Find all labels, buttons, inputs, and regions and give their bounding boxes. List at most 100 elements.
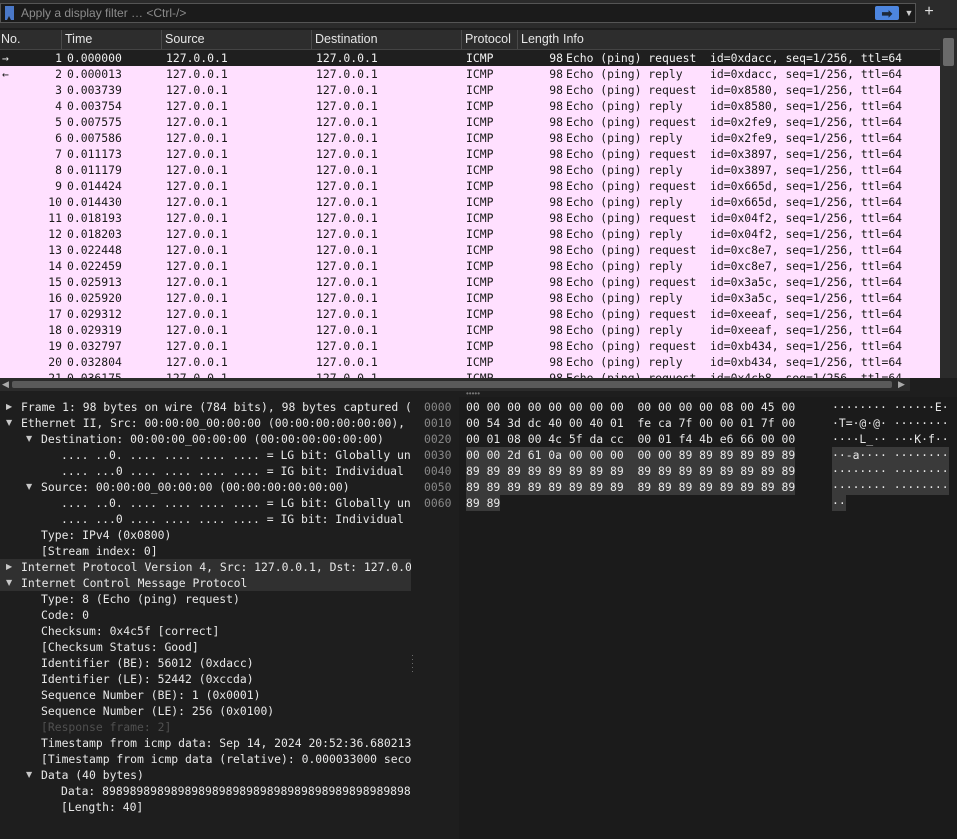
hex-bytes[interactable]: 00 00 00 00 00 00 00 00 00 00 00 00 08 0… bbox=[466, 399, 795, 415]
packet-details-tree: ▶ Frame 1: 98 bytes on wire (784 bits), 9… bbox=[0, 397, 411, 839]
packet-list-vertical-scrollbar[interactable] bbox=[940, 30, 957, 378]
detail-tree-item[interactable]: .... ...0 .... .... .... .... = IG bit: … bbox=[0, 463, 411, 479]
detail-tree-item[interactable]: Type: IPv4 (0x0800) bbox=[0, 527, 411, 543]
ascii-bytes[interactable]: ·· bbox=[832, 495, 846, 511]
plus-icon[interactable]: + bbox=[922, 4, 936, 20]
detail-tree-item[interactable]: [Response frame: 2] bbox=[0, 719, 411, 735]
packet-row[interactable]: 6 0.007586 127.0.0.1 127.0.0.1 ICMP 98 Echo (p… bbox=[0, 130, 940, 146]
packet-row[interactable]: 13 0.022448 127.0.0.1 127.0.0.1 ICMP 98 Echo (… bbox=[0, 242, 940, 258]
detail-tree-item[interactable]: [Length: 40] bbox=[0, 799, 411, 815]
detail-tree-item[interactable]: Timestamp from icmp data: Sep 14, 2024 2… bbox=[0, 735, 411, 751]
packet-row[interactable]: 18 0.029319 127.0.0.1 127.0.0.1 ICMP 98 Echo (… bbox=[0, 322, 940, 338]
ascii-bytes[interactable]: ····L_·· ···K·f·· bbox=[832, 431, 949, 447]
ascii-bytes[interactable]: ········ ······E· bbox=[832, 399, 949, 415]
hex-bytes[interactable]: 00 01 08 00 4c 5f da cc 00 01 f4 4b e6 6… bbox=[466, 431, 795, 447]
packet-protocol: ICMP bbox=[466, 51, 494, 65]
packet-row[interactable]: ← 2 0.000013 127.0.0.1 127.0.0.1 ICMP 98 Echo (… bbox=[0, 66, 940, 82]
detail-tree-item[interactable]: Checksum: 0x4c5f [correct] bbox=[0, 623, 411, 639]
ascii-bytes[interactable]: ·T=·@·@· ········ bbox=[832, 415, 949, 431]
hex-bytes[interactable]: 89 89 bbox=[466, 495, 501, 511]
scroll-right-icon[interactable]: ▶ bbox=[898, 378, 905, 391]
detail-tree-item[interactable]: Identifier (BE): 56012 (0xdacc) bbox=[0, 655, 411, 671]
packet-row[interactable]: 19 0.032797 127.0.0.1 127.0.0.1 ICMP 98 Echo (… bbox=[0, 338, 940, 354]
detail-tree-item[interactable]: .... ..0. .... .... .... .... = LG bit: … bbox=[0, 447, 411, 463]
chevron-down-icon[interactable]: ▼ bbox=[903, 6, 915, 20]
hex-bytes[interactable]: 00 00 2d 61 0a 00 00 00 00 00 89 89 89 8… bbox=[466, 447, 796, 463]
detail-tree-label: .... ...0 .... .... .... .... = IG bit: … bbox=[61, 464, 411, 478]
display-filter-input[interactable] bbox=[21, 4, 861, 22]
detail-tree-item[interactable]: [Stream index: 0] bbox=[0, 543, 411, 559]
packet-length: 98 bbox=[549, 323, 563, 337]
packet-row[interactable]: 16 0.025920 127.0.0.1 127.0.0.1 ICMP 98 Echo (… bbox=[0, 290, 940, 306]
packet-row[interactable]: 8 0.011179 127.0.0.1 127.0.0.1 ICMP 98 Echo (p… bbox=[0, 162, 940, 178]
detail-tree-label: Timestamp from icmp data: Sep 14, 2024 2… bbox=[41, 736, 411, 750]
detail-tree-item[interactable]: [Timestamp from icmp data (relative): 0.… bbox=[0, 751, 411, 767]
detail-tree-label: Data: 8989898989898989898989898989898989… bbox=[61, 784, 411, 798]
detail-tree-item[interactable]: ▼ Source: 00:00:00_00:00:00 (00:00:00:00:… bbox=[0, 479, 411, 495]
detail-tree-item[interactable]: ▶ Internet Protocol Version 4, Src: 127.0… bbox=[0, 559, 411, 575]
detail-tree-item[interactable]: ▼ Destination: 00:00:00_00:00:00 (00:00:0… bbox=[0, 431, 411, 447]
packet-time: 0.022448 bbox=[67, 243, 122, 257]
column-header-length[interactable]: Length bbox=[518, 30, 560, 49]
expand-arrow-icon[interactable]: ▼ bbox=[26, 431, 36, 447]
packet-row[interactable]: 11 0.018193 127.0.0.1 127.0.0.1 ICMP 98 Echo (… bbox=[0, 210, 940, 226]
packet-row[interactable]: 7 0.011173 127.0.0.1 127.0.0.1 ICMP 98 Echo (p… bbox=[0, 146, 940, 162]
expand-arrow-icon[interactable]: ▼ bbox=[6, 415, 16, 431]
packet-row[interactable]: 14 0.022459 127.0.0.1 127.0.0.1 ICMP 98 Echo (… bbox=[0, 258, 940, 274]
detail-tree-item[interactable]: ▼ Ethernet II, Src: 00:00:00_00:00:00 (00… bbox=[0, 415, 411, 431]
ascii-bytes[interactable]: ········ ········ bbox=[832, 479, 949, 495]
packet-number: 7 bbox=[55, 147, 62, 161]
packet-row[interactable]: → 1 0.000000 127.0.0.1 127.0.0.1 ICMP 98 Echo (… bbox=[0, 50, 940, 66]
ascii-bytes[interactable]: ········ ········ bbox=[832, 463, 949, 479]
hex-bytes[interactable]: 89 89 89 89 89 89 89 89 89 89 89 89 89 8… bbox=[466, 463, 796, 479]
detail-tree-item[interactable]: ▼ Data (40 bytes) bbox=[0, 767, 411, 783]
ascii-bytes[interactable]: ··-a···· ········ bbox=[832, 447, 949, 463]
detail-tree-item[interactable]: Sequence Number (BE): 1 (0x0001) bbox=[0, 687, 411, 703]
packet-row[interactable]: 5 0.007575 127.0.0.1 127.0.0.1 ICMP 98 Echo (p… bbox=[0, 114, 940, 130]
packet-row[interactable]: 20 0.032804 127.0.0.1 127.0.0.1 ICMP 98 Echo (… bbox=[0, 354, 940, 370]
detail-tree-label: [Stream index: 0] bbox=[41, 544, 158, 558]
packet-protocol: ICMP bbox=[466, 339, 494, 353]
column-header-protocol[interactable]: Protocol bbox=[462, 30, 518, 49]
bookmark-icon[interactable] bbox=[5, 6, 14, 20]
collapse-arrow-icon[interactable]: ▶ bbox=[6, 559, 16, 575]
column-header-source[interactable]: Source bbox=[162, 30, 312, 49]
collapse-arrow-icon[interactable]: ▶ bbox=[6, 399, 16, 415]
packet-row[interactable]: 9 0.014424 127.0.0.1 127.0.0.1 ICMP 98 Echo (p… bbox=[0, 178, 940, 194]
detail-tree-item[interactable]: Identifier (LE): 52442 (0xccda) bbox=[0, 671, 411, 687]
detail-tree-item[interactable]: .... ..0. .... .... .... .... = LG bit: … bbox=[0, 495, 411, 511]
apply-filter-button[interactable]: ➡ bbox=[875, 6, 899, 20]
column-header-time[interactable]: Time bbox=[62, 30, 162, 49]
detail-tree-item[interactable]: [Checksum Status: Good] bbox=[0, 639, 411, 655]
expand-arrow-icon[interactable]: ▼ bbox=[26, 767, 36, 783]
detail-tree-item[interactable]: .... ...0 .... .... .... .... = IG bit: … bbox=[0, 511, 411, 527]
scrollbar-thumb[interactable] bbox=[943, 38, 954, 66]
hex-bytes[interactable]: 00 54 3d dc 40 00 40 01 fe ca 7f 00 00 0… bbox=[466, 415, 795, 431]
packet-row[interactable]: 17 0.029312 127.0.0.1 127.0.0.1 ICMP 98 Echo (… bbox=[0, 306, 940, 322]
expand-arrow-icon[interactable]: ▼ bbox=[26, 479, 36, 495]
detail-tree-label: Code: 0 bbox=[41, 608, 90, 622]
packet-row[interactable]: 4 0.003754 127.0.0.1 127.0.0.1 ICMP 98 Echo (p… bbox=[0, 98, 940, 114]
expand-arrow-icon[interactable]: ▼ bbox=[6, 575, 16, 591]
detail-tree-item[interactable]: Code: 0 bbox=[0, 607, 411, 623]
packet-list-horizontal-scrollbar[interactable]: ◀ ▶ bbox=[0, 378, 910, 391]
scrollbar-thumb[interactable] bbox=[12, 381, 892, 388]
packet-row[interactable]: 21 0.036175 127.0.0.1 127.0.0.1 ICMP 98 Echo (… bbox=[0, 370, 940, 378]
packet-destination: 127.0.0.1 bbox=[316, 147, 378, 161]
detail-tree-item[interactable]: Data: 8989898989898989898989898989898989… bbox=[0, 783, 411, 799]
hex-bytes[interactable]: 89 89 89 89 89 89 89 89 89 89 89 89 89 8… bbox=[466, 479, 796, 495]
column-header-no[interactable]: No. bbox=[0, 30, 62, 49]
scroll-left-icon[interactable]: ◀ bbox=[2, 378, 9, 391]
packet-row[interactable]: 15 0.025913 127.0.0.1 127.0.0.1 ICMP 98 Echo (… bbox=[0, 274, 940, 290]
detail-tree-item[interactable]: ▼ Internet Control Message Protocol bbox=[0, 575, 411, 591]
packet-row[interactable]: 12 0.018203 127.0.0.1 127.0.0.1 ICMP 98 Echo (… bbox=[0, 226, 940, 242]
packet-row[interactable]: 10 0.014430 127.0.0.1 127.0.0.1 ICMP 98 Echo (… bbox=[0, 194, 940, 210]
detail-tree-label: Source: 00:00:00_00:00:00 (00:00:00:00:0… bbox=[41, 480, 350, 494]
packet-source: 127.0.0.1 bbox=[166, 179, 228, 193]
column-header-destination[interactable]: Destination bbox=[312, 30, 462, 49]
detail-tree-item[interactable]: Sequence Number (LE): 256 (0x0100) bbox=[0, 703, 411, 719]
column-header-info[interactable]: Info bbox=[560, 30, 940, 49]
detail-tree-item[interactable]: ▶ Frame 1: 98 bytes on wire (784 bits), 9… bbox=[0, 399, 411, 415]
packet-row[interactable]: 3 0.003739 127.0.0.1 127.0.0.1 ICMP 98 Echo (p… bbox=[0, 82, 940, 98]
detail-tree-item[interactable]: Type: 8 (Echo (ping) request) bbox=[0, 591, 411, 607]
